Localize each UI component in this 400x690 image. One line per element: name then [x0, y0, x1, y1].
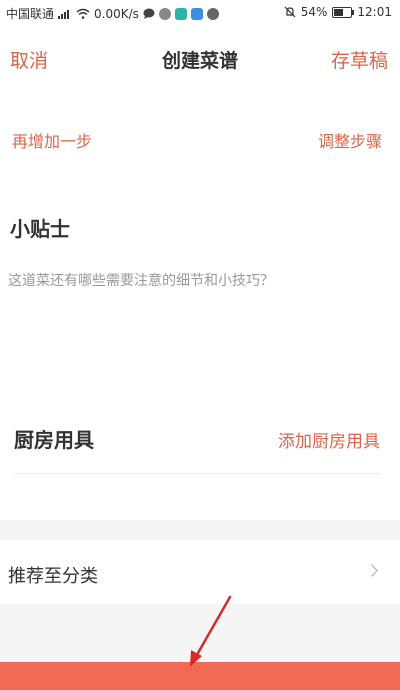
app-icon — [174, 7, 187, 20]
tips-input[interactable] — [8, 270, 388, 370]
status-bar-right: 54% 12:01 — [284, 5, 392, 19]
nav-bar: 取消 创建菜谱 存草稿 — [0, 28, 400, 90]
status-bar: 中国联通 0.00K/s 54% 12:01 — [0, 0, 400, 28]
bottom-separator — [0, 604, 400, 662]
create-recipe-screen: 中国联通 0.00K/s 54% 12:01 取消 创建菜谱 存草稿 再增加一步… — [0, 0, 400, 690]
mute-icon — [284, 6, 296, 18]
clock: 12:01 — [357, 5, 392, 19]
recommend-category-row[interactable]: 推荐至分类 — [0, 540, 400, 604]
divider — [14, 473, 380, 474]
wifi-icon — [76, 8, 90, 19]
section-separator — [0, 520, 400, 540]
add-kitchenware-button[interactable]: 添加厨房用具 — [278, 427, 380, 452]
battery-icon — [332, 6, 355, 18]
chat-bubble-icon — [143, 8, 155, 20]
publish-bar[interactable] — [0, 662, 400, 690]
carrier-label: 中国联通 — [6, 7, 55, 21]
tips-heading: 小贴士 — [10, 217, 70, 241]
kitchenware-heading: 厨房用具 — [14, 428, 94, 452]
adjust-steps-button[interactable]: 调整步骤 — [318, 128, 382, 152]
app-icon — [158, 7, 171, 20]
status-bar-left: 中国联通 0.00K/s — [6, 5, 219, 22]
recommend-category-label: 推荐至分类 — [8, 566, 98, 587]
chevron-right-icon — [365, 564, 378, 577]
add-step-button[interactable]: 再增加一步 — [12, 128, 92, 152]
battery-fill — [334, 8, 344, 16]
battery-percent: 54% — [300, 5, 328, 19]
save-draft-button[interactable]: 存草稿 — [331, 46, 388, 73]
app-icon — [206, 7, 219, 20]
app-icon — [190, 7, 203, 20]
signal-icon — [58, 8, 72, 19]
network-speed: 0.00K/s — [94, 6, 139, 21]
